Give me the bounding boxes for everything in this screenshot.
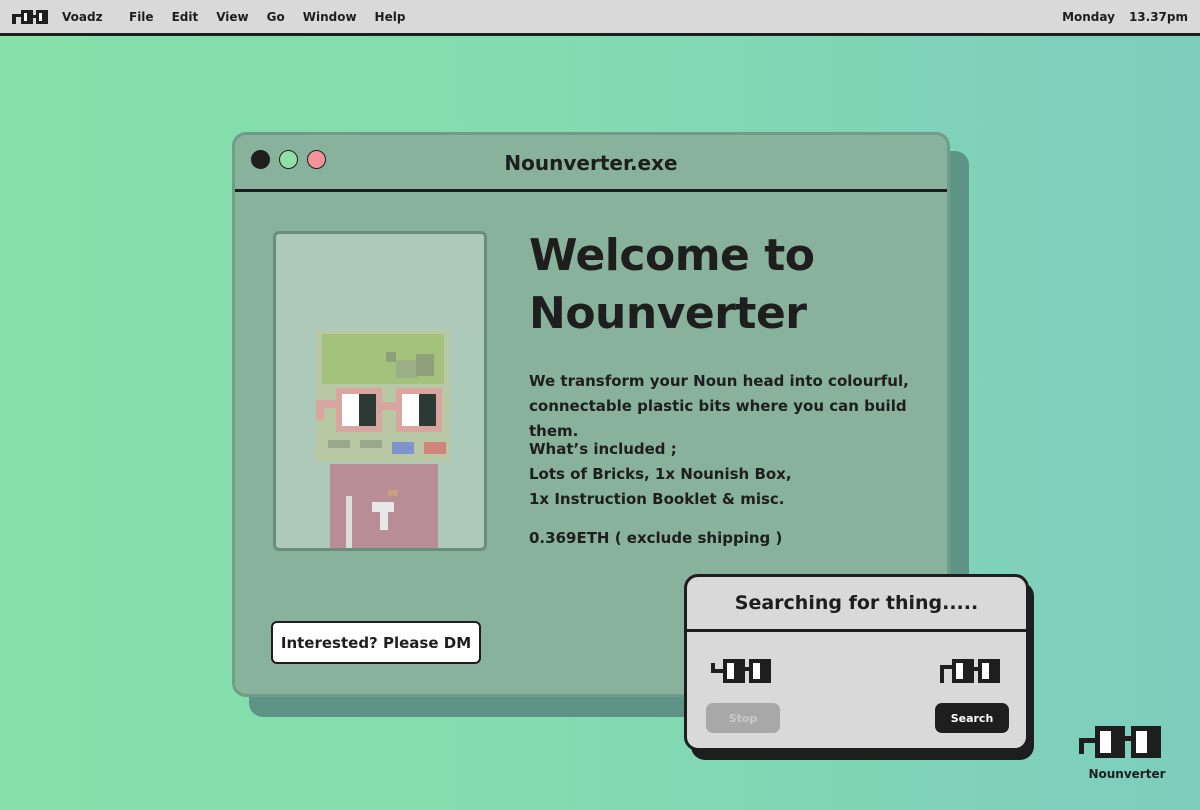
app-name[interactable]: Voadz — [62, 10, 103, 24]
search-dialog: Searching for thing..... Stop Search — [684, 574, 1029, 751]
menu-help[interactable]: Help — [375, 10, 406, 24]
noggles-left-icon — [711, 659, 773, 687]
window-title: Nounverter.exe — [504, 151, 678, 175]
dialog-title: Searching for thing..... — [687, 577, 1026, 632]
stop-button[interactable]: Stop — [706, 703, 780, 733]
heading-line-2: Nounverter — [529, 288, 807, 339]
noggles-right-icon — [940, 659, 1002, 687]
noun-image — [273, 231, 487, 551]
menu-bar: Voadz File Edit View Go Window Help Mond… — [0, 0, 1200, 36]
menu-file[interactable]: File — [129, 10, 154, 24]
welcome-heading: Welcome to Nounverter — [529, 227, 815, 343]
clock-time: 13.37pm — [1128, 9, 1188, 24]
included-line-3: 1x Instruction Booklet & misc. — [529, 490, 785, 508]
description: We transform your Noun head into colourf… — [529, 369, 929, 444]
window-titlebar[interactable]: Nounverter.exe — [235, 135, 947, 192]
included-line-2: Lots of Bricks, 1x Nounish Box, — [529, 465, 792, 483]
noun-avatar-icon — [316, 330, 450, 548]
description-line-1: We transform your Noun head into colourf… — [529, 372, 909, 390]
price-text: 0.369ETH ( exclude shipping ) — [529, 529, 783, 547]
desktop-icon-label[interactable]: Nounverter — [1072, 767, 1182, 781]
heading-line-1: Welcome to — [529, 230, 815, 281]
noggles-icon[interactable] — [12, 10, 50, 27]
menu-go[interactable]: Go — [267, 10, 285, 24]
menu-edit[interactable]: Edit — [172, 10, 199, 24]
interested-dm-button[interactable]: Interested? Please DM — [271, 621, 481, 664]
clock: Monday 13.37pm — [1062, 10, 1188, 24]
menu-list: File Edit View Go Window Help — [129, 10, 423, 24]
included-list: What’s included ; Lots of Bricks, 1x Nou… — [529, 437, 792, 512]
clock-day: Monday — [1062, 9, 1115, 24]
menu-window[interactable]: Window — [303, 10, 357, 24]
included-line-1: What’s included ; — [529, 440, 677, 458]
menu-view[interactable]: View — [216, 10, 248, 24]
nounverter-desktop-icon[interactable] — [1079, 726, 1165, 762]
search-button[interactable]: Search — [935, 703, 1009, 733]
